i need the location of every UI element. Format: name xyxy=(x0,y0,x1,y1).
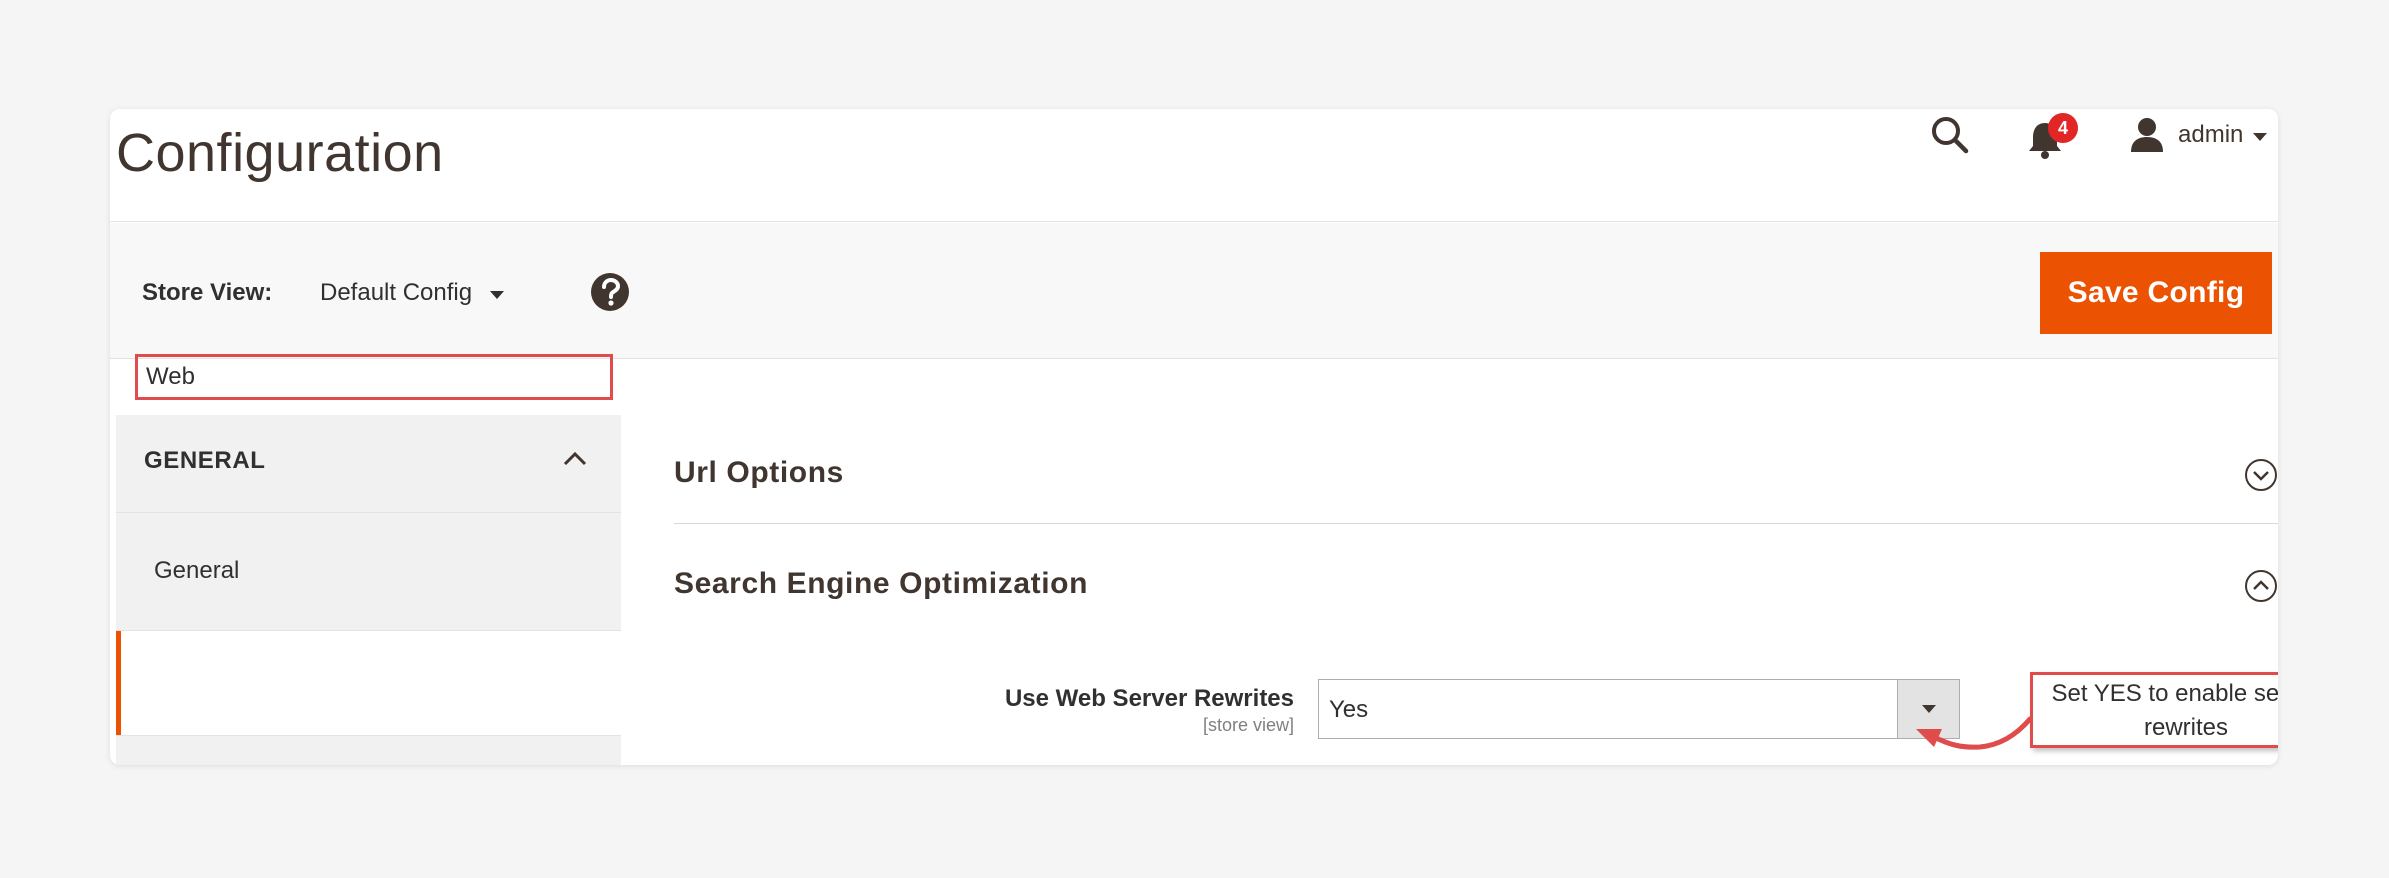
highlight-box xyxy=(135,354,613,400)
section-title: Search Engine Optimization xyxy=(674,567,1088,600)
config-sidebar: GENERAL General xyxy=(116,415,621,765)
chevron-up-icon xyxy=(563,451,587,466)
caret-down-icon xyxy=(490,291,505,299)
store-view-value: Default Config xyxy=(320,279,473,306)
sidebar-item-label: Web xyxy=(146,363,195,390)
sidebar-item-general[interactable]: General xyxy=(116,513,621,631)
save-config-button[interactable]: Save Config xyxy=(2040,252,2272,334)
sidebar-item[interactable] xyxy=(116,735,621,765)
field-scope: [store view] xyxy=(1202,715,1294,735)
admin-panel: Configuration 4 admin Store View: Defaul… xyxy=(110,109,2278,765)
sidebar-group-title: GENERAL xyxy=(144,447,266,474)
user-menu[interactable]: admin xyxy=(2128,115,2268,155)
store-view-label: Store View: xyxy=(142,279,273,306)
annotation-text: Set YES to enable server xyxy=(2051,680,2278,707)
field-label: Use Web Server Rewrites xyxy=(1004,685,1294,712)
sidebar-group-general[interactable]: GENERAL xyxy=(116,415,621,513)
store-view-switcher[interactable]: Default Config xyxy=(320,279,505,307)
annotation-callout: Set YES to enable server rewrites xyxy=(2030,672,2278,748)
chevron-up-circle-icon xyxy=(2245,570,2277,602)
sidebar-item-web[interactable] xyxy=(116,631,621,735)
section-url-options[interactable]: Url Options xyxy=(674,414,2278,524)
notification-badge: 4 xyxy=(2048,113,2078,143)
sidebar-item-label: General xyxy=(154,557,240,584)
section-title: Url Options xyxy=(674,456,844,489)
web-server-rewrites-select[interactable]: Yes xyxy=(1318,679,1960,739)
page-header: Configuration 4 admin xyxy=(110,109,2278,222)
page-title: Configuration xyxy=(116,123,444,183)
chevron-down-circle-icon xyxy=(2245,459,2277,491)
section-search-engine-optimization[interactable]: Search Engine Optimization xyxy=(674,525,2278,635)
user-name: admin xyxy=(2178,121,2244,148)
select-value: Yes xyxy=(1329,696,1369,723)
user-icon xyxy=(2131,118,2163,152)
help-icon[interactable] xyxy=(590,272,630,312)
caret-down-icon xyxy=(2253,133,2268,141)
arrow-icon xyxy=(1916,716,2033,750)
annotation-text: rewrites xyxy=(2143,714,2228,741)
search-icon[interactable] xyxy=(1928,113,1972,157)
